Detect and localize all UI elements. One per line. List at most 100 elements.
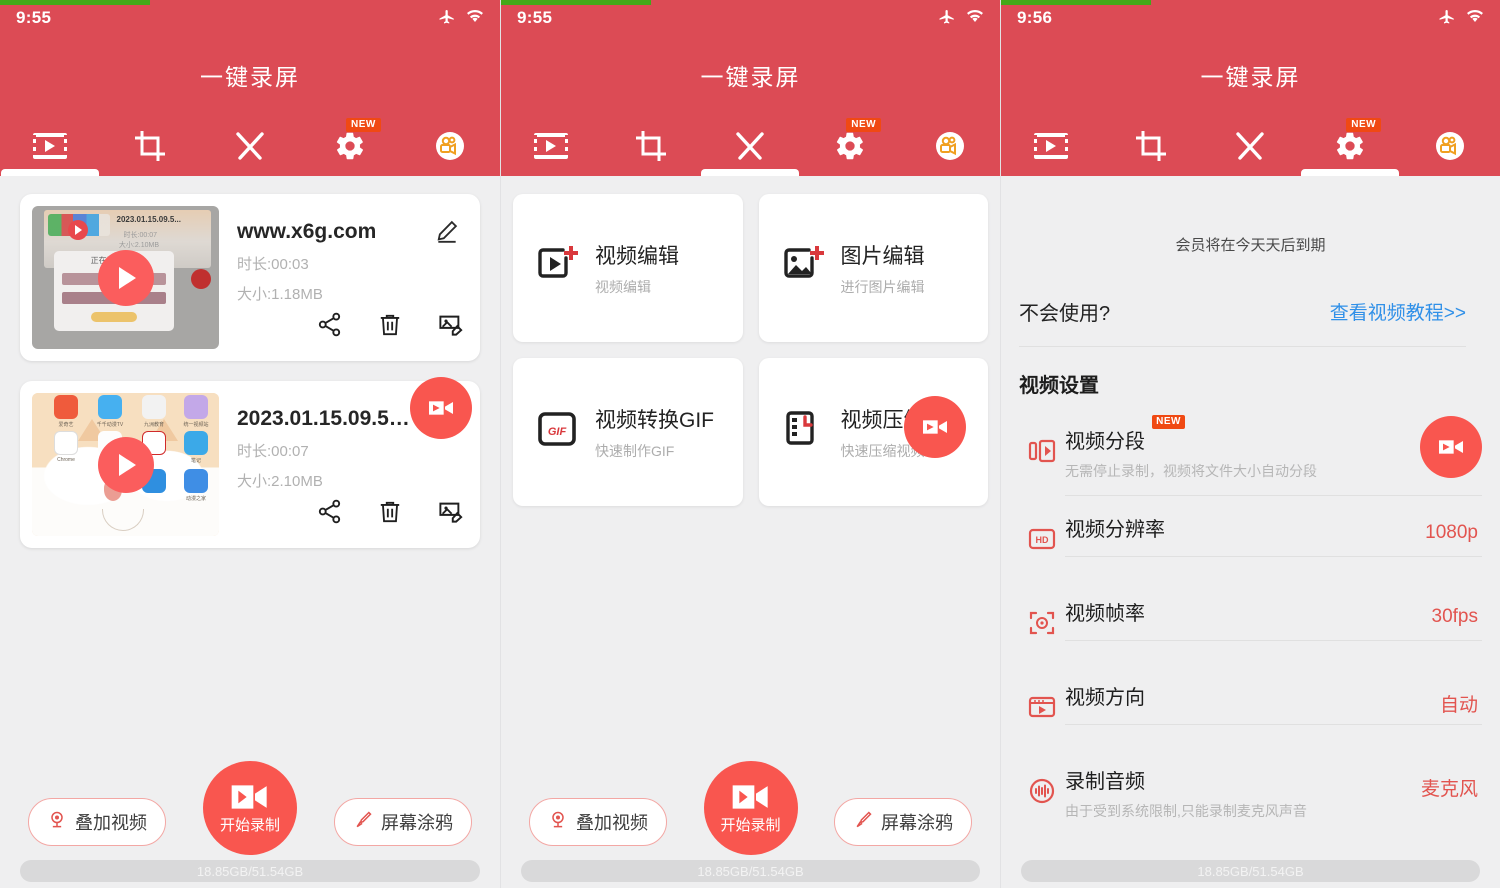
tool-card-image-edit[interactable]: 图片编辑 进行图片编辑 — [758, 194, 988, 342]
tab-bar: NEW — [1001, 116, 1500, 176]
setting-value[interactable]: 自动 — [1440, 690, 1478, 717]
storage-label: 18.85GB/51.54GB — [697, 863, 804, 879]
setting-value[interactable]: 麦克风 — [1421, 774, 1478, 801]
setting-row-orientation[interactable]: 视频方向 自动 — [1019, 664, 1482, 748]
tab-camera-vip[interactable] — [900, 116, 1000, 176]
video-actions — [316, 311, 464, 343]
screen-doodle-button[interactable]: 屏幕涂鸦 — [334, 798, 472, 846]
video-thumbnail[interactable]: 爱奇艺 千千动漫TV 九洲教育 统一视频站 Chrome 笔记 动漫之家 — [32, 393, 219, 536]
tab-tools[interactable] — [200, 116, 300, 176]
floating-record-button[interactable] — [410, 377, 472, 439]
help-question: 不会使用? — [1019, 303, 1111, 325]
thumb-app-label: 笔记 — [190, 458, 201, 464]
status-clock: 9:55 — [16, 8, 52, 27]
tab-settings[interactable]: NEW — [1300, 116, 1400, 176]
tab-tools[interactable] — [701, 116, 801, 176]
tab-video-list[interactable] — [501, 116, 601, 176]
tab-crop[interactable] — [601, 116, 701, 176]
delete-icon[interactable] — [377, 499, 403, 530]
overlay-video-button[interactable]: 叠加视频 — [28, 798, 166, 846]
overlay-video-label: 叠加视频 — [576, 813, 648, 833]
active-tab-indicator — [701, 169, 800, 176]
thumb-duration: 时长:00:07 — [123, 232, 157, 239]
setting-label: 视频方向 — [1065, 686, 1145, 709]
overlay-video-button[interactable]: 叠加视频 — [529, 798, 667, 846]
screen-doodle-button[interactable]: 屏幕涂鸦 — [834, 798, 972, 846]
tab-video-list[interactable] — [0, 116, 100, 176]
tool-card-video-edit[interactable]: 视频编辑 视频编辑 — [513, 194, 743, 342]
setting-text: 视频帧率 — [1065, 597, 1482, 641]
floating-record-button[interactable] — [904, 396, 966, 458]
start-record-button[interactable]: 开始录制 — [703, 761, 798, 855]
start-record-button[interactable]: 开始录制 — [203, 761, 297, 855]
wifi-icon — [966, 7, 984, 30]
bottom-action-bar: 叠加视频 屏幕涂鸦 开始录制 18.85GB/51.54GB — [0, 740, 500, 888]
panel-body-video-list: 2023.01.15.09.5... 时长:00:07 大小:2.10MB 正在… — [0, 176, 500, 888]
screen-doodle-label: 屏幕涂鸦 — [381, 813, 453, 833]
video-tutorial-link[interactable]: 查看视频教程>> — [1330, 298, 1466, 325]
tool-title: 视频转换GIF — [595, 408, 714, 432]
setting-row-resolution[interactable]: HD 视频分辨率 1080p — [1019, 496, 1482, 580]
active-tab-indicator — [1, 169, 99, 176]
tool-subtitle: 快速制作GIF — [595, 442, 675, 459]
status-icons — [438, 7, 484, 30]
thumb-app-icon — [184, 395, 208, 419]
tab-camera-vip[interactable] — [400, 116, 500, 176]
video-size: 大小:1.18MB — [237, 286, 323, 303]
tab-camera-vip[interactable] — [1400, 116, 1500, 176]
video-edit-plus-icon — [533, 242, 581, 295]
tab-crop[interactable] — [100, 116, 200, 176]
thumb-app-icon — [184, 431, 208, 455]
thumb-app-icon — [54, 395, 78, 419]
delete-icon[interactable] — [377, 312, 403, 343]
status-icons — [938, 7, 984, 30]
floating-record-button[interactable] — [1420, 416, 1482, 478]
new-badge: NEW — [846, 118, 882, 132]
setting-text: 视频方向 — [1065, 681, 1482, 725]
tab-crop[interactable] — [1101, 116, 1201, 176]
wifi-icon — [466, 7, 484, 30]
tab-settings[interactable]: NEW — [800, 116, 900, 176]
rename-icon[interactable] — [434, 218, 460, 249]
airplane-mode-icon — [438, 7, 456, 30]
tool-card-gif[interactable]: GIF 视频转换GIF 快速制作GIF — [513, 358, 743, 506]
three-panel-screenshot-strip: 9:55 一键录屏 NEW 2023.01.15.09.5... 时长:00:0… — [0, 0, 1500, 888]
setting-text: 视频分辨率 — [1065, 513, 1482, 557]
top-progress-bar — [0, 0, 150, 5]
video-thumbnail[interactable]: 2023.01.15.09.5... 时长:00:07 大小:2.10MB 正在… — [32, 206, 219, 349]
panel-body-tools: 视频编辑 视频编辑 图片编辑 进行图片编辑 GIF 视频转换GIF 快速制作GI… — [501, 176, 1000, 888]
tab-video-list[interactable] — [1001, 116, 1101, 176]
airplane-mode-icon — [938, 7, 956, 30]
page-title: 一键录屏 — [1200, 64, 1301, 90]
share-icon[interactable] — [316, 498, 343, 530]
tab-tools[interactable] — [1201, 116, 1301, 176]
video-card[interactable]: 2023.01.15.09.5... 时长:00:07 大小:2.10MB 正在… — [20, 194, 480, 361]
phone-panel-settings: 9:56 一键录屏 NEW 会员将在今天天后到期 不会使用? 查看视频教程>> … — [1000, 0, 1500, 888]
status-bar: 9:55 — [501, 0, 1000, 36]
setting-value[interactable]: 30fps — [1432, 606, 1478, 628]
start-record-label: 开始录制 — [720, 816, 781, 834]
play-button[interactable] — [97, 436, 154, 493]
thumb-app-label: 九洲教育 — [143, 422, 164, 428]
setting-row-video-split[interactable]: 视频分段 NEW 无需停止录制，视频将文件大小自动分段 不分段 — [1019, 408, 1482, 496]
setting-row-framerate[interactable]: 视频帧率 30fps — [1019, 580, 1482, 664]
setting-row-audio[interactable]: 录制音频 由于受到系统限制,只能录制麦克风声音 麦克风 — [1019, 748, 1482, 835]
storage-label: 18.85GB/51.54GB — [196, 863, 304, 879]
share-icon[interactable] — [316, 311, 343, 343]
video-title: www.x6g.com — [237, 220, 377, 243]
tab-settings[interactable]: NEW — [300, 116, 400, 176]
airplane-mode-icon — [1438, 7, 1456, 30]
play-button[interactable] — [97, 249, 154, 306]
setting-label: 视频帧率 — [1065, 602, 1145, 625]
help-row: 不会使用? 查看视频教程>> — [1019, 255, 1466, 347]
video-card[interactable]: 爱奇艺 千千动漫TV 九洲教育 统一视频站 Chrome 笔记 动漫之家 202… — [20, 377, 480, 548]
thumb-pill-button — [91, 312, 137, 322]
setting-label: 视频分段 NEW — [1065, 415, 1185, 454]
setting-value[interactable]: 1080p — [1425, 522, 1478, 544]
thumb-app-label: 动漫之家 — [185, 496, 206, 502]
section-title-video-settings: 视频设置 — [1019, 375, 1099, 397]
edit-image-icon[interactable] — [437, 311, 464, 343]
phone-panel-video-list: 9:55 一键录屏 NEW 2023.01.15.09.5... 时长:00:0… — [0, 0, 500, 888]
thumb-record-dot-icon — [191, 269, 211, 289]
edit-image-icon[interactable] — [437, 498, 464, 530]
